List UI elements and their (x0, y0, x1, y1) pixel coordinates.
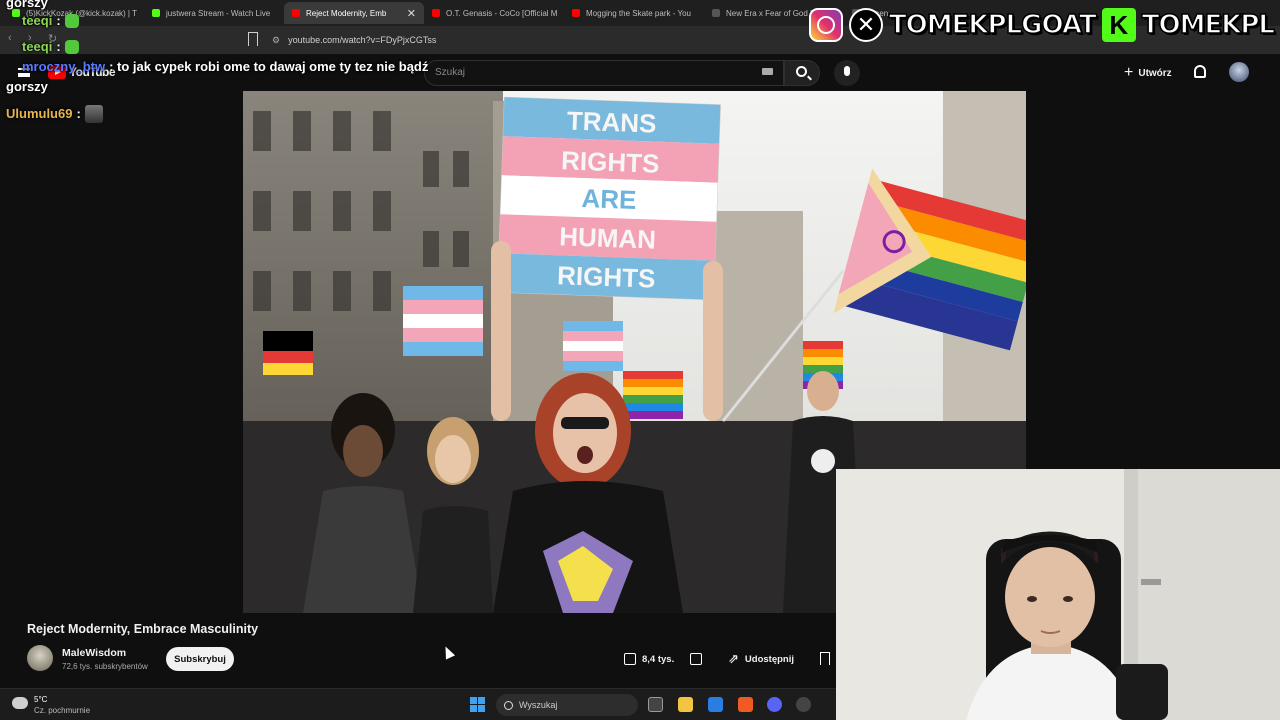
discord-icon[interactable] (767, 697, 782, 712)
screen: (5)KickKozak (@kick.kozak) | T justwera … (0, 0, 1280, 720)
video-title: Reject Modernity, Embrace Masculinity (27, 622, 259, 636)
x-icon: ✕ (848, 8, 883, 42)
chat-username: gorszy (6, 0, 48, 10)
cloud-icon (12, 697, 28, 709)
chat-username: teeqi (22, 39, 53, 54)
chat-overlay: gorszy teeqi: teeqi: mroczny_btw: to jak… (0, 0, 520, 123)
mouse-cursor-icon (440, 644, 456, 660)
chat-message: gorszy (0, 78, 520, 96)
like-dislike-group: 8,4 tys. (618, 646, 718, 672)
subscribe-button[interactable]: Subskrybuj (166, 647, 234, 671)
task-view-icon[interactable] (648, 697, 663, 712)
windows-start-icon[interactable] (470, 697, 485, 712)
share-button[interactable]: ⇗ Udostępnij (728, 646, 794, 672)
search-icon (504, 700, 513, 710)
chat-emote-icon (64, 40, 79, 54)
sign-line-4: HUMAN (559, 221, 657, 254)
tab-favicon-icon (572, 9, 580, 17)
channel-name[interactable]: MaleWisdom (62, 647, 126, 659)
tab-favicon-icon (712, 9, 720, 17)
subscriber-count: 72,6 tys. subskrybentów (62, 662, 148, 671)
chat-emote-icon (64, 14, 79, 28)
account-avatar[interactable] (1229, 62, 1249, 82)
taskbar-search-input[interactable]: Wyszukaj (496, 694, 638, 716)
thumbs-down-icon[interactable] (690, 653, 703, 665)
chat-message: mroczny_btw: to jak cypek robi ome to da… (0, 58, 520, 76)
thumbs-up-icon[interactable] (624, 653, 636, 665)
chat-text: : (56, 39, 61, 54)
chat-text: : (56, 13, 61, 28)
chat-username: teeqi (22, 13, 53, 28)
sign-line-3: ARE (581, 183, 637, 215)
notifications-bell-icon[interactable] (1194, 65, 1206, 78)
chat-text: : to jak cypek robi ome to dawaj ome ty … (109, 59, 429, 74)
file-explorer-icon[interactable] (678, 697, 693, 712)
chat-username: gorszy (6, 79, 48, 94)
like-count[interactable]: 8,4 tys. (642, 654, 674, 665)
search-icon (796, 66, 807, 77)
microphone-icon (844, 66, 850, 76)
kick-handle: TOMEKPL (1141, 9, 1276, 41)
plus-icon: + (1124, 64, 1134, 81)
sign-line-5: RIGHTS (557, 260, 656, 293)
chat-text: : (76, 106, 81, 121)
keyboard-icon[interactable] (762, 68, 773, 75)
chat-message: teeqi: (0, 38, 520, 56)
chat-message: gorszy (0, 0, 520, 12)
browser-tab[interactable]: Mogging the Skate park - You (564, 2, 704, 24)
app-icon[interactable] (796, 697, 811, 712)
instagram-icon (808, 8, 843, 42)
voice-search-button[interactable] (834, 60, 860, 86)
chat-username: mroczny_btw (22, 59, 106, 74)
tab-label: Mogging the Skate park - You (586, 8, 691, 18)
chat-message: teeqi: (0, 12, 520, 30)
webcam-image (836, 469, 1280, 720)
x-handle: TOMEKPLGOAT (888, 9, 1097, 41)
share-label: Udostępnij (744, 653, 794, 665)
create-label: Utwórz (1138, 67, 1172, 79)
search-button[interactable] (784, 60, 820, 86)
social-handles-banner: ✕ TOMEKPLGOAT K TOMEKPL (808, 8, 1276, 42)
store-icon[interactable] (708, 697, 723, 712)
windows-taskbar: 5°C Cz. pochmurnie Wyszukaj (0, 688, 836, 720)
kick-icon: K (1101, 8, 1136, 42)
sign-line-1: TRANS (566, 105, 657, 138)
chat-message: Ulumulu69: (0, 105, 520, 123)
weather-description: Cz. pochmurnie (34, 706, 91, 715)
save-icon[interactable] (820, 652, 830, 665)
weather-temperature[interactable]: 5°C (34, 695, 47, 704)
channel-avatar[interactable] (27, 645, 53, 671)
sign-line-2: RIGHTS (561, 145, 660, 178)
brave-browser-icon[interactable] (738, 697, 753, 712)
chat-emote-icon (84, 105, 103, 123)
share-icon: ⇗ (728, 651, 739, 667)
chat-username: Ulumulu69 (6, 106, 73, 121)
webcam-overlay (836, 469, 1280, 720)
create-button[interactable]: + Utwórz (1118, 62, 1178, 84)
taskbar-search-placeholder: Wyszukaj (519, 700, 558, 710)
